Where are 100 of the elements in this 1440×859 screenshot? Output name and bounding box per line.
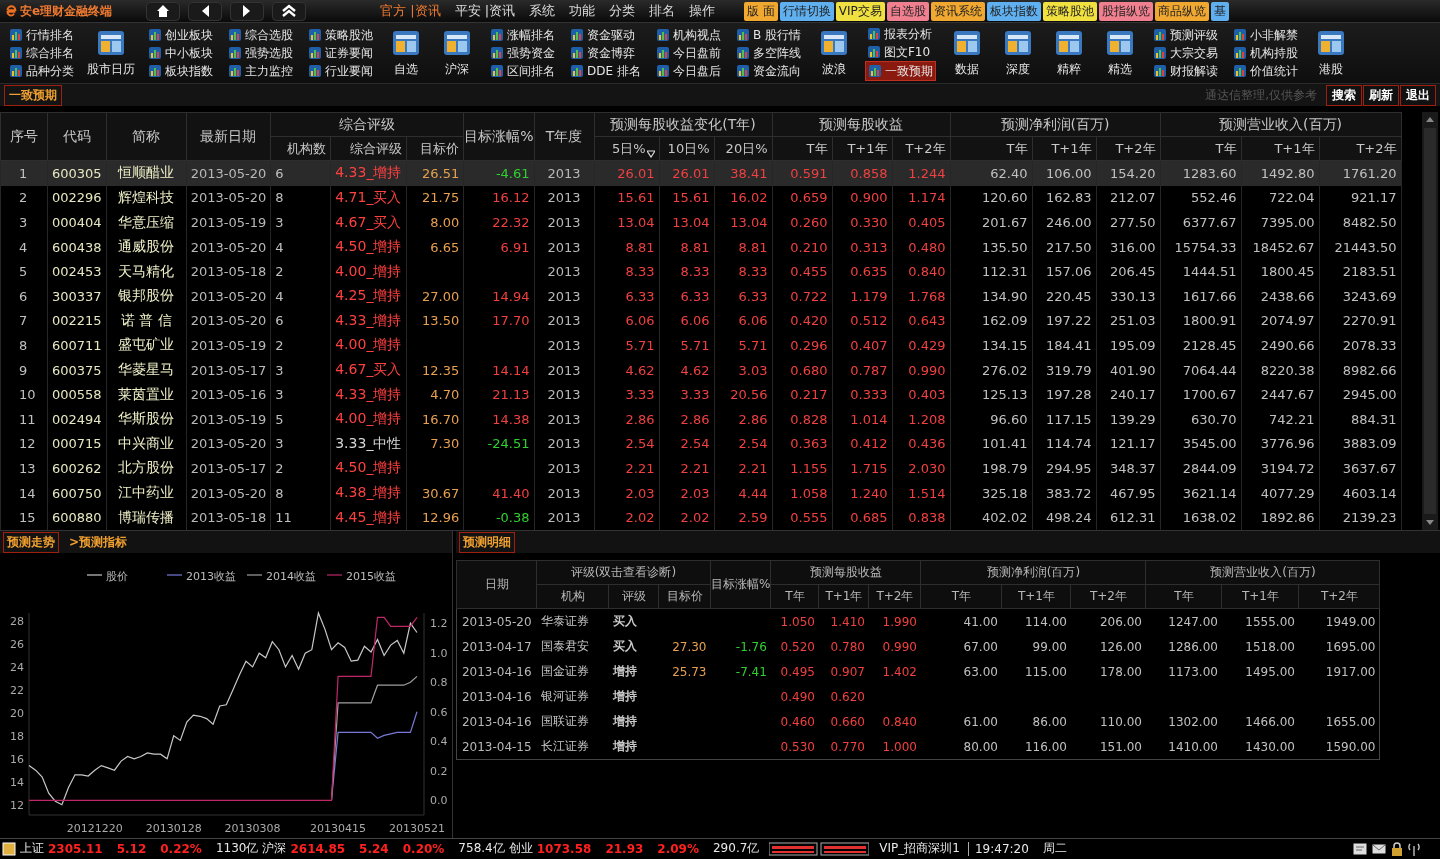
table-row[interactable]: 13 600262 北方股份 2013-05-17 2 4.50_增持 2013 2.21 2.21 2.21 1.155 1.715 2.030 198.79 294.95 348.37 2844.09 3194.72 3637.67 [0,456,1401,481]
panel-tab[interactable]: 预测走势 [3,531,59,553]
table-cell: 402.02 [950,505,1032,530]
antenna-icon[interactable] [1408,841,1420,856]
toolbar-item[interactable]: 大宗交易 [1150,44,1220,62]
legend-label: 2014收益 [266,570,316,583]
toolbar-item[interactable]: 中小板块 [146,44,215,62]
note-icon[interactable] [1353,842,1367,855]
index-percent: 0.20% [402,841,445,856]
quick-tab[interactable]: 行情切换 [779,1,834,21]
toolbar-item[interactable]: 区间排名 [488,62,557,80]
table-row[interactable]: 12 000715 中兴商业 2013-05-20 3 3.33_中性 7.30 -24.51 2013 2.54 2.54 2.54 0.363 0.412 0.436 101.41 114.74 121.17 3545.00 3776.96 3883.09 [0,431,1401,457]
table-cell: 6377.67 [1160,210,1241,235]
collapse-button[interactable] [272,1,306,21]
table-row[interactable]: 9 600375 华菱星马 2013-05-17 3 4.67_买入 12.35 14.14 2013 4.62 4.62 3.03 0.680 0.787 0.990 276.02 319.79 401.90 7064.44 8220.38 8982.66 [0,357,1401,383]
toolbar-item[interactable]: 今日盘后 [653,62,723,80]
quick-tab[interactable]: VIP交易 [835,1,885,21]
toolbar-item[interactable]: 图文F10 [864,43,936,61]
action-button[interactable]: 搜索 [1326,84,1362,106]
table-row[interactable]: 7 002215 诺 普 信 2013-05-20 6 4.33_增持 13.50 17.70 2013 6.06 6.06 6.06 0.420 0.512 0.643 162.09 197.22 251.03 1800.91 2074.97 2270.91 [0,308,1401,334]
table-cell-text: 银河证券 [539,688,590,705]
table-cell: 1.768 [892,284,950,309]
menu-tab[interactable]: 分类 [609,2,636,20]
toolbar-button[interactable]: 精选 [1099,28,1140,78]
toolbar-item[interactable]: 行业要闻 [306,62,375,80]
toolbar-item[interactable]: 策略股池 [306,26,375,44]
menu-tab[interactable]: 系统 [529,2,556,20]
toolbar-item[interactable]: B 股行情 [733,26,803,44]
table-row[interactable]: 5 002453 天马精化 2013-05-18 2 4.00_增持 2013 8.33 8.33 8.33 0.455 0.635 0.840 112.31 157.06 206.45 1444.51 1800.45 2183.51 [0,259,1401,284]
toolbar-button[interactable]: 精粹 [1048,28,1089,78]
toolbar-item[interactable]: 报表分析 [864,25,936,43]
page-tab[interactable]: 一致预期 [4,84,62,106]
panel-tab[interactable]: 预测明细 [459,531,515,553]
toolbar-item[interactable]: 多空阵线 [733,44,803,62]
quick-tab[interactable]: 商品纵览 [1154,1,1209,21]
action-button[interactable]: 刷新 [1363,84,1399,106]
lock-icon[interactable] [1391,841,1403,856]
menu-tab[interactable]: 平安 |资讯 [454,2,516,20]
toolbar-button[interactable]: 数据 [946,28,987,78]
toolbar-item[interactable]: 综合选股 [226,26,295,44]
toolbar-item[interactable]: 板块指数 [146,62,215,80]
toolbar-button[interactable]: 股市日历 [87,28,135,78]
forward-button[interactable] [230,1,264,21]
toolbar-item[interactable]: 主力监控 [226,62,295,80]
table-row[interactable]: 11 002494 华斯股份 2013-05-19 5 4.00_增持 16.70 14.38 2013 2.86 2.86 2.86 0.828 1.014 1.208 96.60 117.15 139.29 630.70 742.21 884.31 [0,406,1401,432]
toolbar-item[interactable]: 预测评级 [1150,26,1220,44]
table-row[interactable]: 14 600750 江中药业 2013-05-20 8 4.38_增持 30.67 41.40 2013 2.03 2.03 4.44 1.058 1.240 1.514 325.18 383.72 467.95 3621.14 4077.29 4603.14 [0,480,1401,506]
panel-tab[interactable]: >预测指标 [65,531,132,553]
action-button[interactable]: 退出 [1400,84,1436,106]
toolbar-button[interactable]: 波浪 [813,28,854,78]
quick-tab[interactable]: 板块指数 [986,1,1041,21]
table-row[interactable]: 10 000558 莱茵置业 2013-05-16 3 4.33_增持 4.70 21.13 2013 3.33 3.33 20.56 0.217 0.333 0.403 125.13 197.28 240.17 1700.67 2447.67 2945.00 [0,382,1401,407]
toolbar-item[interactable]: 涨幅排名 [488,26,557,44]
quick-tab[interactable]: 资讯系统 [930,1,985,21]
toolbar-item[interactable]: 一致预期 [864,61,936,81]
toolbar-item[interactable]: 价值统计 [1230,62,1300,80]
toolbar-item[interactable]: 行情排名 [7,26,76,44]
table-row[interactable]: 2 002296 辉煌科技 2013-05-20 8 4.71_买入 21.75 16.12 2013 15.61 15.61 16.02 0.659 0.900 1.174 120.60 162.83 212.07 552.46 722.04 921.17 [0,185,1401,211]
toolbar-item[interactable]: 机构持股 [1230,44,1300,62]
table-row[interactable]: 4 600438 通威股份 2013-05-20 4 4.50_增持 6.65 6.91 2013 8.81 8.81 8.81 0.210 0.313 0.480 135.50 217.50 316.00 15754.33 18452.67 21443.50 [0,234,1401,260]
scrollbar[interactable] [1422,112,1438,530]
table-row[interactable]: 6 300337 银邦股份 2013-05-20 4 4.25_增持 27.00 14.94 2013 6.33 6.33 6.33 0.722 1.179 1.768 134.90 220.45 330.13 1617.66 2438.66 3243.69 [0,284,1401,309]
table-cell: 4.45_增持 [330,505,407,530]
table-row[interactable]: 1 600305 恒顺醋业 2013-05-20 6 4.33_增持 26.51 -4.61 2013 26.01 26.01 38.41 0.591 0.858 1.244 62.40 106.00 154.20 1283.60 1492.80 1761.20 [0,160,1401,186]
toolbar-item[interactable]: 财报解读 [1150,62,1220,80]
toolbar-item[interactable]: 机构视点 [653,26,723,44]
menu-tab[interactable]: 操作 [689,2,716,20]
back-button[interactable] [188,1,222,21]
toolbar-button[interactable]: 深度 [997,28,1038,78]
toolbar-item[interactable]: 综合排名 [7,44,76,62]
toolbar-item[interactable]: 资金驱动 [568,26,643,44]
toolbar-item[interactable]: 小非解禁 [1230,26,1300,44]
quick-tab[interactable]: 版 面 [744,1,778,21]
table-row[interactable]: 3 000404 华意压缩 2013-05-19 3 4.67_买入 8.00 22.32 2013 13.04 13.04 13.04 0.260 0.330 0.405 201.67 246.00 277.50 6377.67 7395.00 8482.50 [0,210,1401,235]
table-cell: 银邦股份 [106,284,187,309]
table-cell: 4.33_增持 [330,160,407,186]
toolbar-item[interactable]: 今日盘前 [653,44,723,62]
toolbar-button[interactable]: 港股 [1310,28,1351,78]
toolbar-item[interactable]: 资金流向 [733,62,803,80]
toolbar-item[interactable]: 品种分类 [7,62,76,80]
toolbar-item[interactable]: DDE 排名 [568,62,643,80]
table-row[interactable]: 15 600880 博瑞传播 2013-05-18 11 4.45_增持 12.96 -0.38 2013 2.02 2.02 2.59 0.555 0.685 0.838 402.02 498.24 612.31 1638.02 1892.86 2139.23 [0,505,1401,530]
toolbar-item[interactable]: 证券要闻 [306,44,375,62]
toolbar-item[interactable]: 创业板块 [146,26,215,44]
menu-tab[interactable]: 排名 [649,2,676,20]
toolbar-button[interactable]: 沪深 [437,28,477,78]
table-row[interactable]: 8 600711 盛屯矿业 2013-05-19 2 4.00_增持 2013 5.71 5.71 5.71 0.296 0.407 0.429 134.15 184.41 195.09 2128.45 2490.66 2078.33 [0,333,1401,358]
quick-tab[interactable]: 股指纵览 [1098,1,1153,21]
toolbar-item[interactable]: 强势资金 [488,44,557,62]
quick-tab[interactable]: 策略股池 [1042,1,1097,21]
toolbar-button[interactable]: 自选 [386,28,426,78]
column-header: 日期 [456,560,537,609]
quick-tab[interactable]: 自选股 [886,1,929,21]
home-button[interactable] [146,1,180,21]
toolbar-item[interactable]: 资金博弈 [568,44,643,62]
menu-tab[interactable]: 官方 |资讯 [380,2,441,20]
mail-icon[interactable] [1372,842,1386,855]
quick-tab[interactable]: 基 [1210,1,1229,21]
toolbar-item[interactable]: 强势选股 [226,44,295,62]
menu-tab[interactable]: 功能 [569,2,596,20]
